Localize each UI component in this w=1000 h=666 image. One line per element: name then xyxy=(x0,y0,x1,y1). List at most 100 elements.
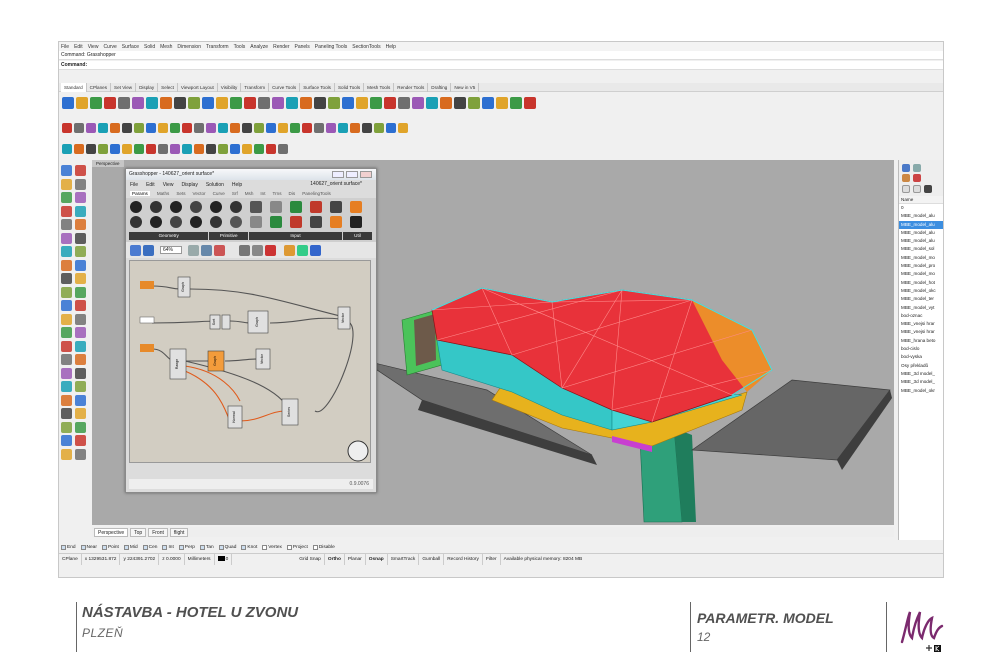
gh-menu-item-3[interactable]: Display xyxy=(181,182,197,188)
smarttrack-toggle[interactable]: SmartTrack xyxy=(388,553,420,565)
gh-component-icon-17[interactable] xyxy=(230,216,242,228)
menu-item-9[interactable]: Tools xyxy=(234,44,246,50)
left-tool-icon-5[interactable] xyxy=(75,192,86,203)
left-tool-icon-35[interactable] xyxy=(75,394,86,406)
menu-item-5[interactable]: Solid xyxy=(144,44,155,50)
tools1-icon-18[interactable] xyxy=(314,97,326,109)
tools3-icon-9[interactable] xyxy=(170,144,180,154)
left-tool-icon-1[interactable] xyxy=(75,165,86,176)
tools1-icon-1[interactable] xyxy=(76,97,88,109)
left-tool-icon-28[interactable] xyxy=(61,354,72,365)
layer-item-10[interactable]: MBE_model_okc xyxy=(899,287,943,295)
gh-component-icon-11[interactable] xyxy=(350,201,362,213)
menu-item-8[interactable]: Transform xyxy=(206,44,229,50)
tools3-icon-8[interactable] xyxy=(158,144,168,154)
left-tool-icon-2[interactable] xyxy=(61,178,72,190)
tools1-icon-29[interactable] xyxy=(468,97,480,109)
bake-all-icon[interactable] xyxy=(297,244,309,256)
layer-item-17[interactable]: bod-cislo xyxy=(899,345,943,353)
osnap-4[interactable]: Cen xyxy=(142,544,157,550)
left-tool-icon-4[interactable] xyxy=(61,192,72,203)
new-sublayer-icon[interactable] xyxy=(913,185,921,193)
layer-item-11[interactable]: MBE_model_ter xyxy=(899,295,943,303)
tools1-icon-21[interactable] xyxy=(356,97,368,109)
left-tool-icon-36[interactable] xyxy=(61,408,72,419)
left-tool-icon-14[interactable] xyxy=(61,259,72,271)
osnap-toggle[interactable]: Osnap xyxy=(366,553,388,565)
osnap-checkbox-9[interactable] xyxy=(241,544,247,550)
gh-component-icon-15[interactable] xyxy=(190,216,202,228)
left-tool-icon-13[interactable] xyxy=(75,246,86,257)
tools1-icon-13[interactable] xyxy=(244,97,256,109)
osnap-checkbox-12[interactable] xyxy=(312,544,318,550)
tools3-icon-16[interactable] xyxy=(254,144,264,154)
navigator-widget[interactable] xyxy=(347,440,369,462)
tools2-icon-14[interactable] xyxy=(230,123,240,133)
left-tool-icon-20[interactable] xyxy=(61,300,72,311)
viewport-label[interactable]: Perspective xyxy=(92,160,124,167)
tools2-icon-9[interactable] xyxy=(170,123,180,133)
maximize-button[interactable] xyxy=(346,171,358,178)
left-tool-icon-10[interactable] xyxy=(61,232,72,244)
tools2-icon-23[interactable] xyxy=(338,123,348,133)
tools2-icon-18[interactable] xyxy=(278,123,288,133)
osnap-12[interactable]: Disable xyxy=(312,544,335,550)
close-button[interactable] xyxy=(360,171,372,178)
left-tool-icon-27[interactable] xyxy=(75,340,86,352)
gh-tab-6[interactable]: Msh xyxy=(245,191,254,196)
toolbar-tab-6[interactable]: Visibility xyxy=(218,82,242,92)
osnap-8[interactable]: Quad xyxy=(218,544,236,550)
tools1-icon-28[interactable] xyxy=(454,97,466,109)
gh-component-icon-12[interactable] xyxy=(130,216,142,228)
tools1-icon-7[interactable] xyxy=(160,97,172,109)
tools2-icon-24[interactable] xyxy=(350,123,360,133)
tools1-icon-27[interactable] xyxy=(440,97,452,109)
grasshopper-canvas[interactable]: Graph Sort Graph Vector Range Graph Vector Norm… xyxy=(129,260,371,463)
gh-component-icon-19[interactable] xyxy=(270,216,282,228)
tools2-icon-7[interactable] xyxy=(146,123,156,133)
layer-item-2[interactable]: MBE_model_alu xyxy=(899,220,943,229)
left-tool-icon-31[interactable] xyxy=(75,367,86,379)
tools3-icon-18[interactable] xyxy=(278,144,288,154)
layer-item-7[interactable]: MBE_model_pro xyxy=(899,262,943,270)
toolbar-tab-1[interactable]: CPlanes xyxy=(87,82,112,92)
view-tab-2[interactable]: Front xyxy=(148,527,168,537)
left-tool-icon-39[interactable] xyxy=(75,421,86,433)
tools3-icon-15[interactable] xyxy=(242,144,252,154)
tools3-icon-0[interactable] xyxy=(62,144,72,154)
tools1-icon-9[interactable] xyxy=(188,97,200,109)
tools3-icon-3[interactable] xyxy=(98,144,108,154)
current-layer[interactable]: 0 xyxy=(215,553,233,565)
tools3-icon-6[interactable] xyxy=(134,144,144,154)
gh-tab-7[interactable]: Int xyxy=(260,191,265,196)
tools3-icon-13[interactable] xyxy=(218,144,228,154)
tools1-icon-4[interactable] xyxy=(118,97,130,109)
tools1-icon-2[interactable] xyxy=(90,97,102,109)
left-tool-icon-37[interactable] xyxy=(75,408,86,419)
minimize-button[interactable] xyxy=(332,171,344,178)
left-tool-icon-42[interactable] xyxy=(61,448,72,460)
gh-tab-9[interactable]: Dis xyxy=(289,191,296,196)
gh-component-icon-18[interactable] xyxy=(250,216,262,228)
layer-item-15[interactable]: MBE_vnejsi hrar xyxy=(899,328,943,336)
toolbar-tab-7[interactable]: Transform xyxy=(241,82,270,92)
left-tool-icon-23[interactable] xyxy=(75,313,86,325)
osnap-checkbox-4[interactable] xyxy=(142,544,148,550)
tools2-icon-11[interactable] xyxy=(194,123,204,133)
menu-item-13[interactable]: Paneling Tools xyxy=(315,44,347,50)
left-tool-icon-0[interactable] xyxy=(61,165,72,176)
menu-item-2[interactable]: View xyxy=(88,44,99,50)
left-tool-icon-6[interactable] xyxy=(61,205,72,217)
gh-menu-item-0[interactable]: File xyxy=(130,182,138,188)
gh-component-icon-22[interactable] xyxy=(330,216,342,228)
toolbar-tab-14[interactable]: New in V5 xyxy=(451,82,480,92)
gh-menu-item-1[interactable]: Edit xyxy=(146,182,155,188)
tools2-icon-20[interactable] xyxy=(302,123,312,133)
left-tool-icon-38[interactable] xyxy=(61,421,72,433)
osnap-checkbox-10[interactable] xyxy=(262,544,268,550)
osnap-checkbox-2[interactable] xyxy=(101,544,107,550)
tools3-icon-1[interactable] xyxy=(74,144,84,154)
osnap-checkbox-8[interactable] xyxy=(218,544,224,550)
left-tool-icon-3[interactable] xyxy=(75,178,86,190)
toolbar-tab-10[interactable]: Solid Tools xyxy=(335,82,365,92)
